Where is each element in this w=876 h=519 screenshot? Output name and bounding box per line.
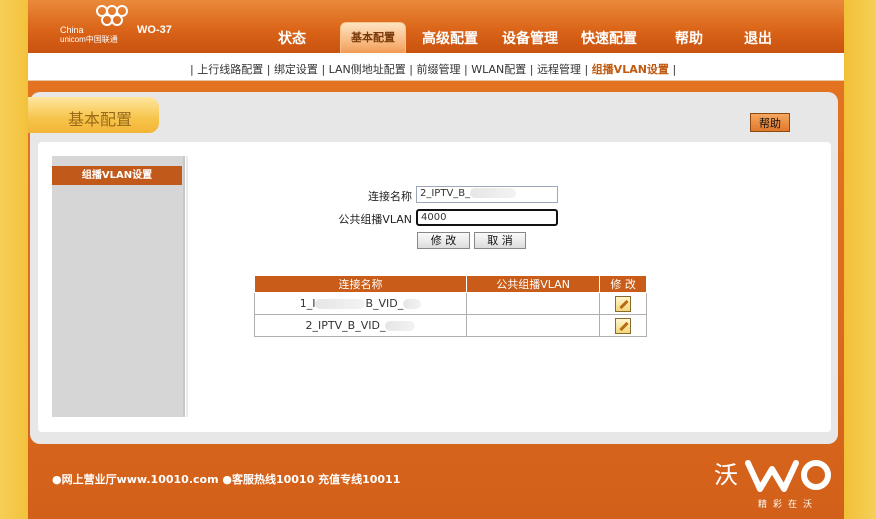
nav-basic-config-label: 基本配置 (351, 31, 395, 44)
divider (186, 156, 188, 417)
row-conn-name: 1_I B_VID_ (254, 292, 467, 315)
conn-name-field[interactable]: 2_IPTV_B_ (416, 186, 558, 203)
col-modify: 修 改 (599, 275, 647, 293)
conn-name-label: 连接名称 (368, 190, 412, 203)
sidebar (52, 156, 185, 417)
redacted-text (470, 188, 517, 198)
page-title-tab: 基本配置 (28, 97, 159, 133)
col-conn-name: 连接名称 (254, 275, 467, 293)
col-vlan: 公共组播VLAN (465, 275, 601, 293)
edit-icon[interactable] (615, 317, 632, 334)
subnav-multicast-vlan[interactable]: 组播VLAN设置 (592, 63, 669, 76)
nav-help[interactable]: 帮助 (675, 28, 703, 48)
subnav-lan-address[interactable]: LAN侧地址配置 (329, 63, 406, 76)
subnav-binding[interactable]: 绑定设置 (274, 63, 318, 76)
right-background-strip (842, 0, 876, 519)
subnav-uplink[interactable]: 上行线路配置 (197, 63, 263, 76)
table-row: 1_I B_VID_ (254, 292, 647, 315)
row-conn-name: 2_IPTV_B_VID_ (254, 314, 467, 337)
subnav-prefix[interactable]: 前缀管理 (417, 63, 461, 76)
vlan-input[interactable]: 4000 (416, 209, 558, 226)
cancel-button[interactable]: 取 消 (474, 232, 526, 249)
footer-slogan: 精彩在沃 (758, 500, 819, 510)
nav-quick-config[interactable]: 快速配置 (581, 28, 637, 48)
redacted-text (385, 321, 416, 331)
vlan-table: 连接名称 公共组播VLAN 修 改 1_I B_VID_ 2_IPTV_B_VID… (254, 275, 647, 337)
nav-advanced-config[interactable]: 高级配置 (422, 28, 478, 48)
help-button[interactable]: 帮助 (750, 113, 790, 132)
page-title: 基本配置 (68, 110, 133, 129)
edit-icon[interactable] (615, 295, 632, 312)
table-header: 连接名称 公共组播VLAN 修 改 (254, 275, 647, 293)
nav-device-management[interactable]: 设备管理 (502, 28, 558, 48)
subnav-remote[interactable]: 远程管理 (537, 63, 581, 76)
modify-button[interactable]: 修 改 (417, 232, 470, 249)
table-row: 2_IPTV_B_VID_ (254, 314, 647, 337)
row-vlan (465, 314, 601, 337)
nav-logout[interactable]: 退出 (744, 28, 772, 48)
sub-nav: | 上行线路配置 | 绑定设置 | LAN侧地址配置 | 前缀管理 | WLAN… (190, 63, 677, 76)
nav-basic-config[interactable]: 基本配置 (340, 22, 406, 53)
wo-logo-char: 沃 (714, 461, 738, 489)
wo-brand-logo-icon: 沃 (714, 460, 831, 492)
redacted-text (403, 299, 422, 309)
footer-info: ●网上营业厅www.10010.com ●客服热线10010 充值专线10011 (52, 473, 401, 486)
sidebar-item-multicast-vlan[interactable]: 组播VLAN设置 (52, 166, 182, 185)
vlan-label: 公共组播VLAN (338, 213, 412, 226)
redacted-text (315, 299, 366, 309)
subnav-wlan[interactable]: WLAN配置 (471, 63, 526, 76)
nav-status[interactable]: 状态 (278, 28, 306, 48)
row-vlan (465, 292, 601, 315)
row-modify (599, 292, 647, 315)
top-nav: 状态 基本配置 高级配置 设备管理 快速配置 帮助 退出 (0, 0, 876, 53)
row-modify (599, 314, 647, 337)
